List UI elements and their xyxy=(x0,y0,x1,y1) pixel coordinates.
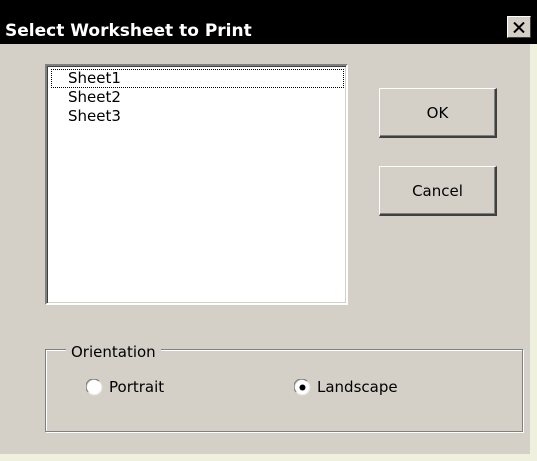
list-item-sheet2[interactable]: Sheet2 xyxy=(51,88,344,107)
ok-button[interactable]: OK xyxy=(379,88,497,138)
window-edge xyxy=(530,44,537,461)
portrait-radio[interactable]: Portrait xyxy=(86,377,164,397)
radio-checked-icon xyxy=(294,378,311,395)
close-x-icon xyxy=(513,21,525,33)
landscape-radio[interactable]: Landscape xyxy=(294,377,398,397)
portrait-label: Portrait xyxy=(109,378,165,396)
title-bar[interactable]: Select Worksheet to Print xyxy=(0,0,537,44)
list-item-sheet3[interactable]: Sheet3 xyxy=(51,107,344,126)
close-button[interactable] xyxy=(507,16,531,38)
radio-unchecked-icon xyxy=(86,378,103,395)
list-item-sheet1[interactable]: Sheet1 xyxy=(51,69,344,88)
dialog-title: Select Worksheet to Print xyxy=(5,21,252,41)
worksheet-listbox[interactable]: Sheet1 Sheet2 Sheet3 xyxy=(45,64,348,305)
cancel-button[interactable]: Cancel xyxy=(379,166,497,216)
landscape-label: Landscape xyxy=(317,378,398,396)
select-worksheet-dialog: Select Worksheet to Print Sheet1 Sheet2 … xyxy=(0,0,537,461)
orientation-legend: Orientation xyxy=(66,343,161,361)
